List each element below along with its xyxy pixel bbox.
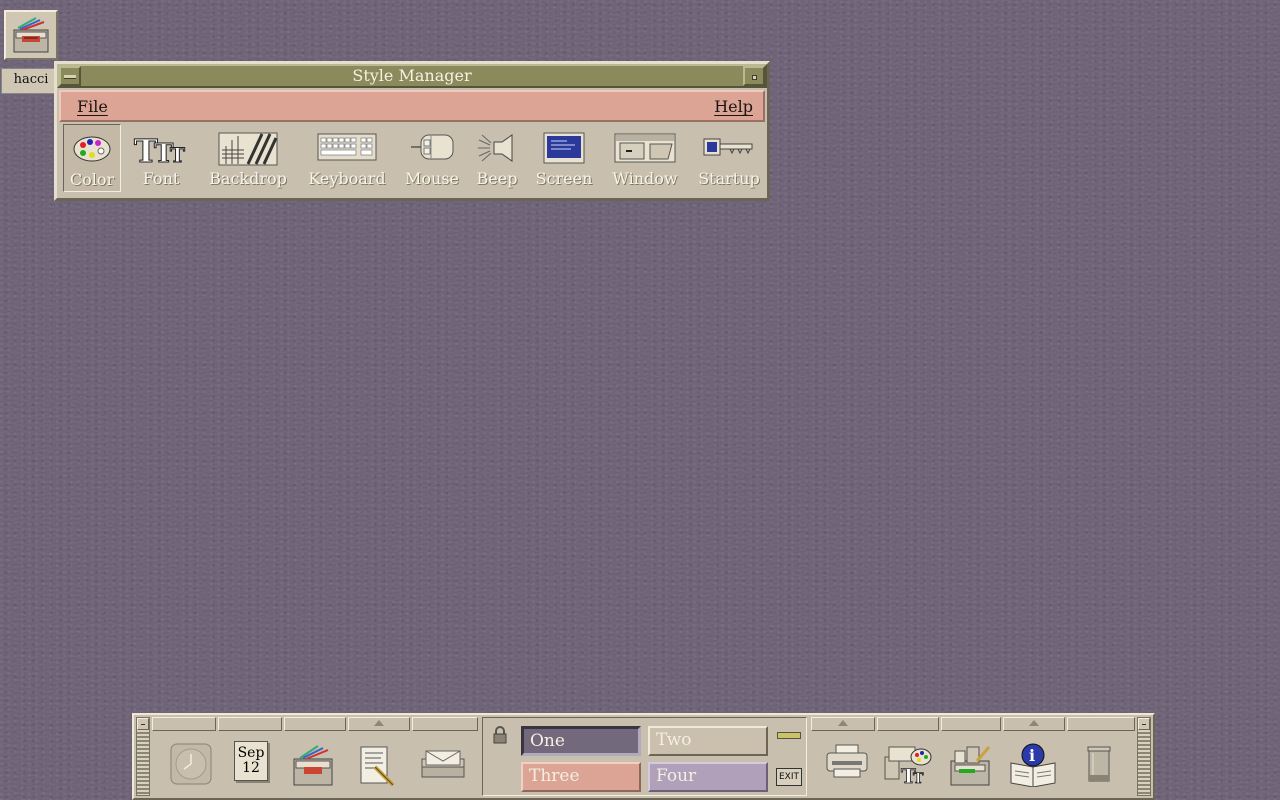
title-bar[interactable]: Style Manager — [57, 64, 767, 88]
subpanel-tab[interactable] — [152, 717, 216, 731]
subpanel-tab-help[interactable] — [1003, 717, 1065, 731]
clock-control[interactable] — [160, 733, 222, 797]
menu-help-label: Help — [714, 97, 753, 116]
subpanel-tab-printers[interactable] — [811, 717, 875, 731]
menu-file[interactable]: File — [77, 97, 108, 116]
subpanel-tab-files[interactable] — [348, 717, 410, 731]
desktop-home-folder[interactable]: hacci — [0, 10, 62, 94]
subpanel-arrow-icon — [838, 720, 848, 726]
mail-icon — [418, 743, 468, 787]
keyboard-icon — [317, 132, 377, 166]
file-manager-icon — [4, 10, 58, 60]
palette-icon — [72, 133, 112, 169]
tool-keyboard-label: Keyboard — [308, 169, 386, 188]
mouse-icon — [409, 132, 455, 166]
calendar-month: Sep — [237, 745, 265, 761]
panel-minimize-button[interactable] — [1138, 718, 1150, 730]
minimize-button[interactable] — [743, 66, 765, 86]
calendar-icon: Sep 12 — [234, 741, 268, 781]
subpanel-tab[interactable] — [1067, 717, 1135, 731]
home-icon-label: hacci — [1, 68, 61, 94]
tool-font-label: Font — [142, 169, 180, 188]
style-manager-icon: T T — [883, 743, 933, 789]
file-manager-control[interactable] — [282, 733, 344, 797]
menu-file-label: File — [77, 97, 108, 116]
svg-text:i: i — [1029, 746, 1035, 765]
text-editor-icon — [355, 743, 399, 791]
tool-backdrop-label: Backdrop — [209, 169, 287, 188]
screen-icon — [543, 132, 585, 168]
help-book-icon: i — [1009, 743, 1057, 791]
tool-mouse[interactable]: Mouse — [401, 124, 463, 192]
subpanel-tab[interactable] — [877, 717, 939, 731]
menu-bar: File Help — [59, 90, 765, 122]
lock-icon[interactable] — [492, 726, 508, 748]
trash-can-icon — [1084, 743, 1114, 787]
tool-startup[interactable]: Startup — [693, 124, 765, 192]
subpanel-tab[interactable] — [412, 717, 478, 731]
exit-button[interactable]: EXIT — [776, 768, 802, 786]
tool-window[interactable]: Window — [607, 124, 683, 192]
printer-icon — [824, 743, 870, 783]
tool-startup-label: Startup — [698, 169, 760, 188]
clock-icon — [170, 743, 212, 789]
svg-text:T: T — [170, 143, 185, 166]
tool-color[interactable]: Color — [63, 124, 121, 192]
style-toolbar: Color T T T Font Backdrop Keyboard Mouse… — [59, 124, 765, 197]
tool-font[interactable]: T T T Font — [129, 124, 193, 192]
window-menu-button[interactable] — [59, 66, 81, 86]
mail-control[interactable] — [412, 733, 474, 797]
application-manager-icon — [947, 743, 993, 791]
subpanel-arrow-icon — [1029, 720, 1039, 726]
subpanel-arrow-icon — [374, 720, 384, 726]
subpanel-tab[interactable] — [941, 717, 1001, 731]
tool-window-label: Window — [612, 169, 678, 188]
workspace-switch: One Two Three Four EXIT — [482, 717, 807, 796]
tool-keyboard[interactable]: Keyboard — [305, 124, 389, 192]
workspace-two-button[interactable]: Two — [648, 726, 768, 756]
workspace-one-button[interactable]: One — [521, 726, 641, 756]
text-editor-control[interactable] — [346, 733, 408, 797]
trash-control[interactable] — [1068, 733, 1130, 797]
file-manager-icon — [290, 743, 336, 791]
help-manager-control[interactable]: i — [1002, 733, 1064, 797]
calendar-day: 12 — [242, 760, 260, 776]
tool-screen[interactable]: Screen — [533, 124, 595, 192]
front-panel-handle-left[interactable] — [136, 717, 150, 796]
speaker-icon — [476, 132, 518, 168]
panel-menu-button[interactable] — [137, 718, 149, 730]
tool-backdrop[interactable]: Backdrop — [207, 124, 289, 192]
tool-mouse-label: Mouse — [405, 169, 459, 188]
busy-indicator-icon — [777, 732, 801, 739]
front-panel: Sep 12 One Two Three Four EXIT T T i — [132, 713, 1155, 800]
key-icon — [702, 132, 756, 166]
style-manager-window: Style Manager File Help Color T T T Font… — [54, 61, 770, 201]
subpanel-tab[interactable] — [218, 717, 282, 731]
window-icon — [614, 132, 676, 168]
menu-help[interactable]: Help — [714, 97, 753, 116]
backdrop-icon — [218, 132, 278, 170]
calendar-control[interactable]: Sep 12 — [220, 733, 282, 797]
svg-text:T: T — [913, 771, 924, 785]
window-title: Style Manager — [352, 66, 472, 85]
workspace-four-button[interactable]: Four — [648, 762, 768, 792]
style-manager-control[interactable]: T T — [877, 733, 939, 797]
tool-beep[interactable]: Beep — [471, 124, 523, 192]
printer-control[interactable] — [816, 733, 878, 797]
font-icon: T T T — [132, 132, 190, 171]
tool-beep-label: Beep — [476, 169, 518, 188]
tool-color-label: Color — [69, 170, 115, 189]
subpanel-tab[interactable] — [284, 717, 346, 731]
workspace-three-button[interactable]: Three — [521, 762, 641, 792]
front-panel-handle-right[interactable] — [1137, 717, 1151, 796]
application-manager-control[interactable] — [939, 733, 1001, 797]
tool-screen-label: Screen — [535, 169, 593, 188]
